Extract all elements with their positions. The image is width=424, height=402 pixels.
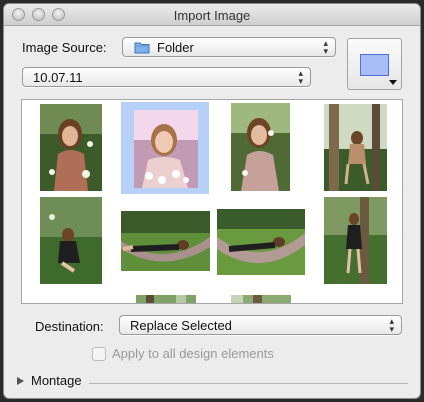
separator [89, 383, 408, 384]
photo-girl-swing [324, 104, 387, 191]
window-title: Import Image [173, 8, 251, 23]
thumbnail[interactable] [40, 197, 102, 284]
montage-label[interactable]: Montage [31, 373, 82, 388]
folder-popup[interactable]: 10.07.11 ▴ ▾ [22, 67, 311, 87]
apply-all-label: Apply to all design elements [112, 346, 274, 361]
color-swatch [360, 54, 389, 76]
image-source-label: Image Source: [22, 40, 107, 55]
thumbnail[interactable] [324, 104, 387, 191]
apply-all-checkbox[interactable] [92, 347, 106, 361]
dropdown-triangle-icon [389, 80, 397, 85]
image-source-value: Folder [157, 40, 194, 55]
photo-girl-sitting [40, 197, 102, 284]
popup-arrows-icon: ▴ ▾ [298, 68, 303, 86]
thumbnail[interactable] [324, 197, 387, 284]
photo-girl-flowers [40, 104, 102, 191]
thumbnail[interactable] [231, 103, 290, 191]
folder-icon [134, 42, 150, 54]
destination-label: Destination: [35, 319, 104, 334]
photo-girl-bright [134, 110, 198, 188]
popup-arrows-icon: ▴ ▾ [389, 316, 394, 334]
destination-popup[interactable]: Replace Selected ▴ ▾ [119, 315, 402, 335]
disclosure-triangle-icon[interactable] [17, 377, 24, 385]
photo-girl-tree [324, 197, 387, 284]
thumbnail[interactable] [136, 294, 196, 303]
destination-value: Replace Selected [130, 318, 232, 333]
title-bar[interactable]: Import Image [4, 4, 420, 26]
image-source-popup[interactable]: Folder ▴ ▾ [122, 37, 336, 57]
color-well[interactable] [347, 38, 402, 90]
thumbnail[interactable] [121, 211, 210, 271]
thumbnail[interactable] [40, 104, 102, 191]
photo-girl-smiling [231, 103, 290, 191]
photo-hammock-2 [217, 209, 305, 275]
import-image-window: Import Image Image Source: Folder ▴ ▾ 10.… [3, 3, 421, 399]
folder-value: 10.07.11 [33, 70, 83, 85]
photo-partial-1 [136, 295, 196, 303]
thumbnail[interactable] [217, 209, 305, 275]
thumbnail[interactable] [231, 294, 291, 303]
photo-partial-2 [231, 295, 291, 303]
popup-arrows-icon: ▴ ▾ [323, 38, 328, 56]
image-gallery[interactable] [21, 99, 403, 304]
thumbnail-selected[interactable] [134, 110, 198, 188]
photo-hammock-1 [121, 211, 210, 271]
